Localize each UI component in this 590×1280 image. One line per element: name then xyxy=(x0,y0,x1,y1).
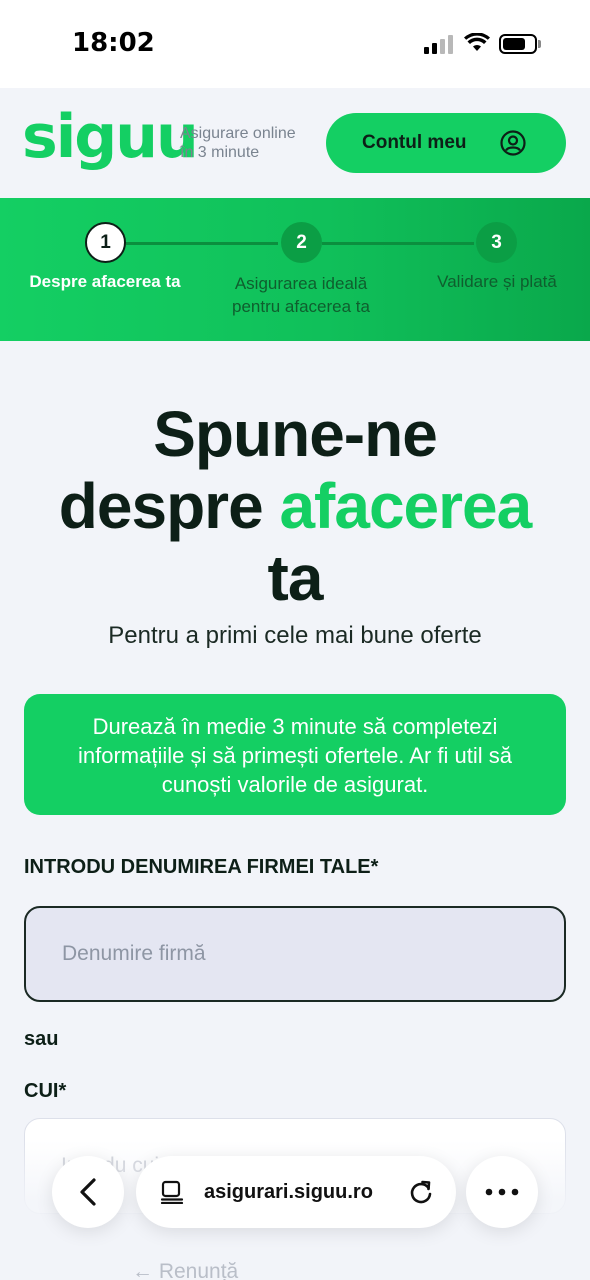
step-2-label-line-2: pentru afacerea ta xyxy=(232,297,370,316)
tagline-line-1: Asigurare online xyxy=(180,125,296,142)
status-time: 18:02 xyxy=(72,28,155,58)
address-bar[interactable]: asigurari.siguu.ro xyxy=(136,1156,456,1228)
account-button[interactable]: Contul meu xyxy=(326,113,566,173)
chevron-left-icon xyxy=(80,1178,96,1206)
step-1-label-text: Despre afacerea ta xyxy=(29,272,181,291)
battery-icon xyxy=(499,34,537,54)
wifi-icon xyxy=(464,33,490,51)
account-button-label: Contul meu xyxy=(362,132,467,153)
tagline: Asigurare online în 3 minute xyxy=(180,124,320,162)
siguu-logo[interactable]: siguu xyxy=(22,102,199,172)
step-connector-2 xyxy=(322,242,474,245)
step-3-label-text: Validare și plată xyxy=(437,272,557,291)
step-3-label: Validare și plată xyxy=(410,270,584,293)
browser-more-button[interactable] xyxy=(466,1156,538,1228)
cancel-link[interactable]: ← Renunță xyxy=(132,1260,238,1280)
user-circle-icon xyxy=(500,130,526,156)
cell-signal-icon xyxy=(424,34,454,54)
step-3-circle: 3 xyxy=(476,222,517,263)
title-line-3: ta xyxy=(267,542,324,614)
step-2-label-line-1: Asigurarea ideală xyxy=(234,274,368,293)
more-dots-icon xyxy=(485,1188,519,1196)
title-accent: afacerea xyxy=(279,470,532,542)
progress-stepper: 1 2 3 Despre afacerea ta Asigurarea idea… xyxy=(0,198,590,341)
page-title: Spune-ne despre afacerea ta xyxy=(0,398,590,614)
step-2-label: Asigurarea ideală pentru afacerea ta xyxy=(196,272,406,318)
title-line-2: despre afacerea xyxy=(0,470,590,542)
page-subtitle: Pentru a primi cele mai bune oferte xyxy=(108,622,482,649)
or-text: sau xyxy=(24,1028,59,1050)
title-word-despre: despre xyxy=(58,470,264,542)
step-2-circle: 2 xyxy=(281,222,322,263)
battery-cap xyxy=(538,40,541,48)
cui-label: CUI* xyxy=(24,1080,67,1102)
status-bar: 18:02 xyxy=(0,0,590,88)
browser-back-button[interactable] xyxy=(52,1156,124,1228)
reader-mode-icon[interactable] xyxy=(160,1180,184,1204)
title-line-1: Spune-ne xyxy=(153,398,438,470)
url-text: asigurari.siguu.ro xyxy=(204,1181,373,1203)
step-connector-1 xyxy=(126,242,278,245)
company-name-label: INTRODU DENUMIREA FIRMEI TALE* xyxy=(24,856,379,878)
info-card: Durează în medie 3 minute să completezi … xyxy=(24,694,566,815)
step-1-circle: 1 xyxy=(85,222,126,263)
site-header: siguu Asigurare online în 3 minute Contu… xyxy=(0,88,590,198)
tagline-line-2: în 3 minute xyxy=(180,144,260,161)
info-card-text: Durează în medie 3 minute să completezi … xyxy=(77,714,513,797)
step-1-label: Despre afacerea ta xyxy=(10,270,200,293)
company-name-input[interactable] xyxy=(24,906,566,1002)
reload-icon[interactable] xyxy=(408,1179,434,1205)
